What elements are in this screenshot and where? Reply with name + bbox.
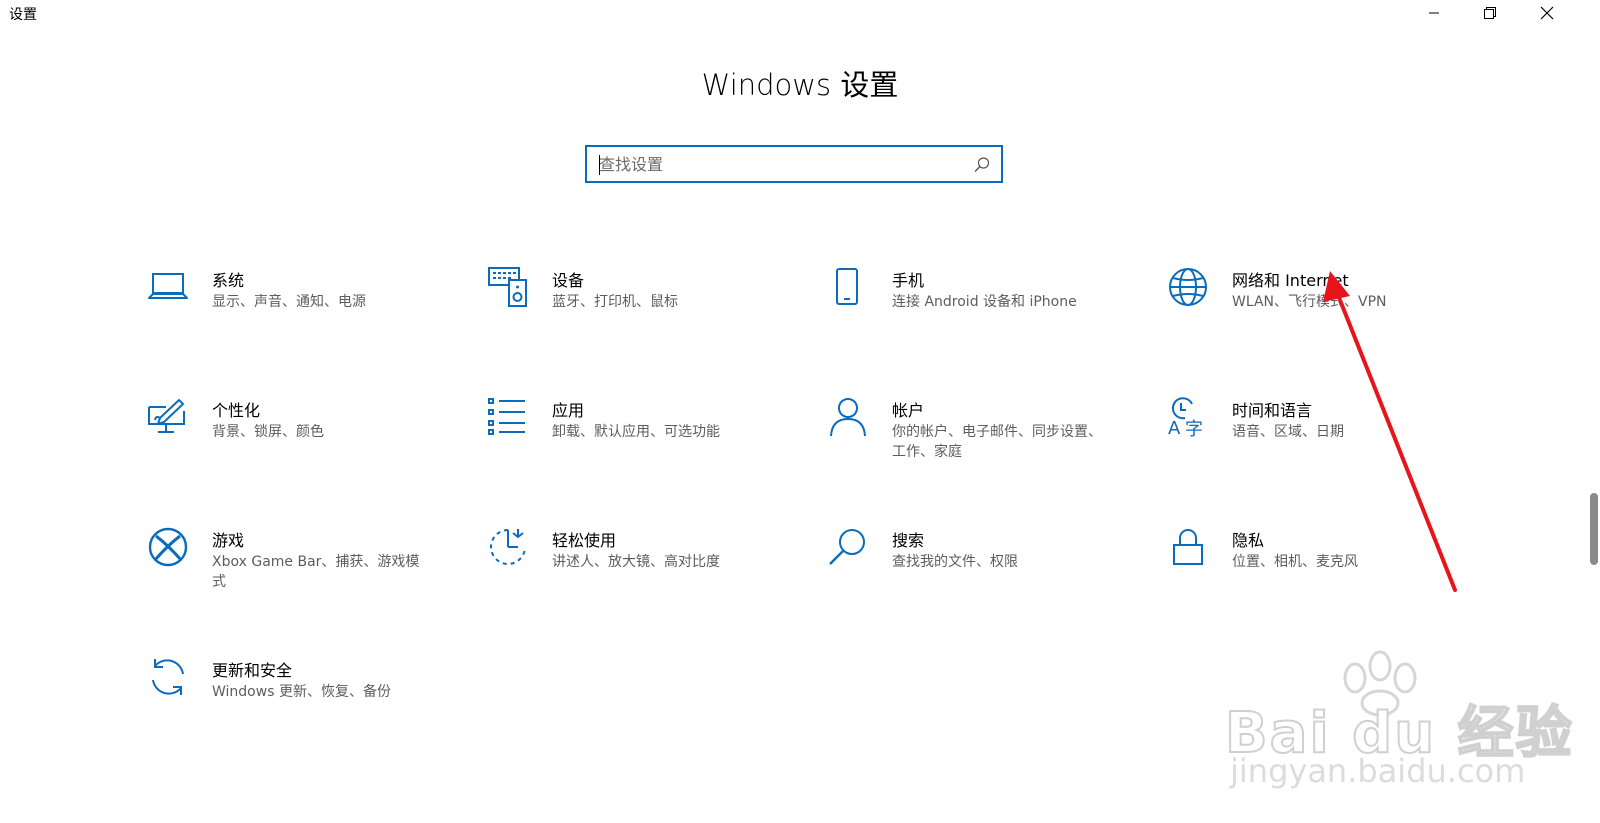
watermark-url: jingyan.baidu.com [1230, 752, 1526, 790]
watermark: Bai du 经验 jingyan.baidu.com [1224, 648, 1573, 790]
